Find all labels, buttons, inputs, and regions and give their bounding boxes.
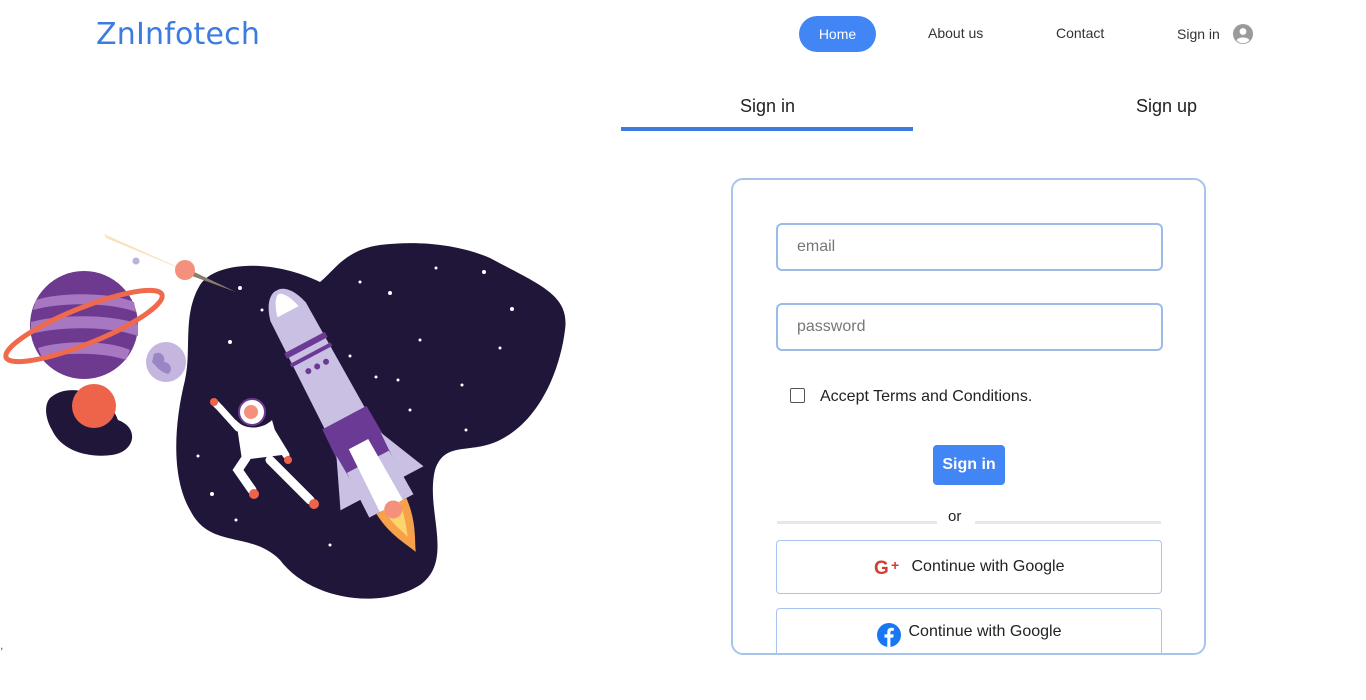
- email-input[interactable]: [776, 223, 1163, 271]
- divider-right: [975, 521, 1161, 524]
- divider-or: or: [948, 508, 962, 525]
- google-plus-icon: G +: [874, 557, 899, 577]
- facebook-button-label: Continue with Google: [908, 623, 1062, 640]
- terms-label[interactable]: Accept Terms and Conditions.: [820, 388, 1032, 406]
- divider-left: [777, 521, 937, 524]
- terms-checkbox[interactable]: [790, 387, 805, 403]
- orange-planet: [72, 384, 116, 428]
- nav-signin-link[interactable]: Sign in: [1177, 22, 1254, 46]
- nav-signin-label: Sign in: [1177, 26, 1220, 42]
- svg-text:+: +: [891, 557, 899, 573]
- svg-text:G: G: [874, 558, 889, 577]
- continue-google-button[interactable]: G + Continue with Google: [776, 540, 1162, 594]
- space-illustration: [3, 234, 566, 599]
- comet-tail: [104, 234, 188, 272]
- user-circle-icon: [1232, 24, 1253, 44]
- terms-row: Accept Terms and Conditions.: [790, 386, 1032, 406]
- signin-card: Accept Terms and Conditions. Sign in or …: [731, 178, 1206, 655]
- active-tab-indicator: [621, 127, 913, 131]
- signin-submit-button[interactable]: Sign in: [933, 445, 1005, 485]
- nav-about-link[interactable]: About us: [928, 25, 983, 41]
- password-input[interactable]: [776, 303, 1163, 351]
- continue-facebook-button[interactable]: Continue with Google: [776, 608, 1162, 653]
- nav-home-button[interactable]: Home: [799, 16, 876, 52]
- tab-signin[interactable]: Sign in: [740, 96, 795, 117]
- nav-contact-link[interactable]: Contact: [1056, 25, 1104, 41]
- brand-logo[interactable]: ZnInfotech: [96, 17, 260, 52]
- tab-signup[interactable]: Sign up: [1136, 96, 1197, 117]
- facebook-icon: [876, 623, 901, 647]
- comet: [175, 260, 195, 280]
- stray-mark: ,: [0, 638, 4, 652]
- moon: [146, 342, 186, 382]
- google-button-label: Continue with Google: [911, 558, 1065, 575]
- ringed-planet: [3, 271, 165, 379]
